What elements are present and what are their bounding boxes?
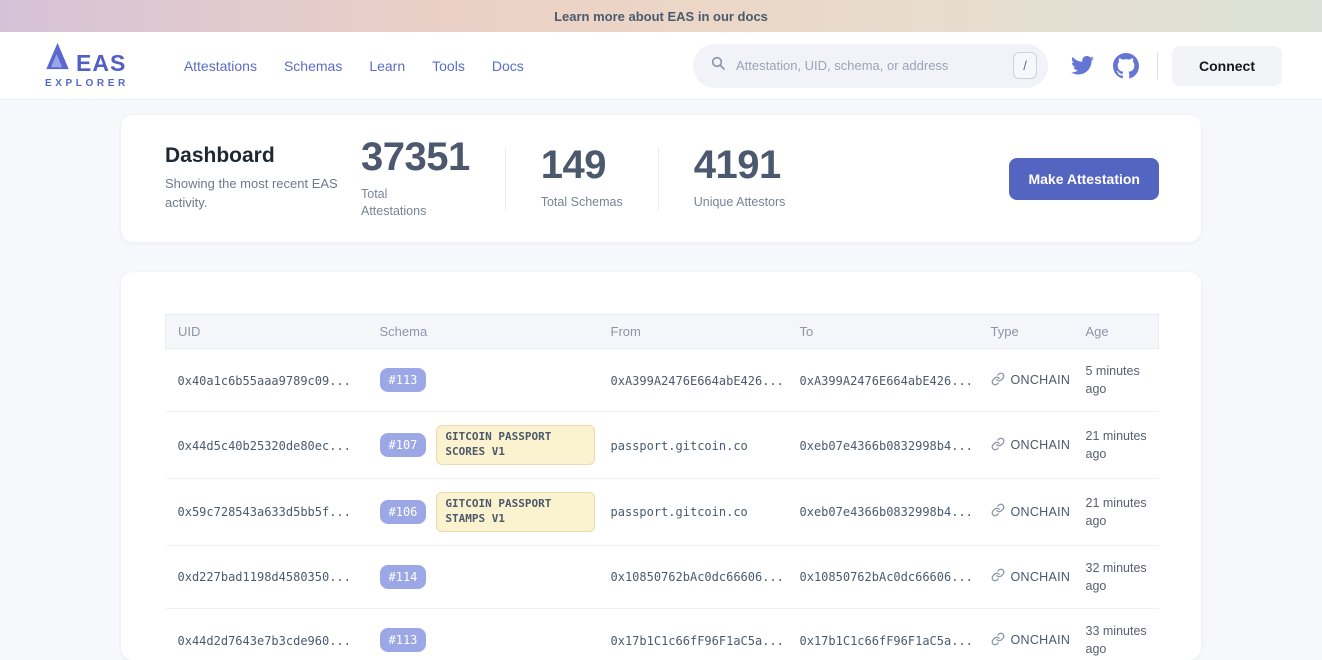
- nav-tools[interactable]: Tools: [432, 58, 465, 74]
- attestation-type-label: ONCHAIN: [1011, 633, 1071, 647]
- schema-id-badge[interactable]: #113: [380, 628, 427, 652]
- attestation-uid[interactable]: 0x40a1c6b55aaa9789c09...: [178, 374, 351, 388]
- nav-schemas[interactable]: Schemas: [284, 58, 342, 74]
- nav-learn[interactable]: Learn: [369, 58, 405, 74]
- table-body: 0x40a1c6b55aaa9789c09... #113 0xA399A247…: [166, 349, 1159, 660]
- age-text: 33 minutes ago: [1086, 624, 1147, 656]
- from-address[interactable]: 0xA399A2476E664abE426...: [611, 374, 784, 388]
- eas-triangle-icon: [45, 42, 70, 75]
- stat-label: Total Schemas: [541, 194, 623, 212]
- stat-divider: [505, 148, 506, 210]
- age-text: 21 minutes ago: [1086, 429, 1147, 461]
- main-nav: Attestations Schemas Learn Tools Docs: [184, 58, 524, 74]
- column-header-to: To: [788, 315, 979, 349]
- table-row[interactable]: 0x59c728543a633d5bb5f... #106 GITCOIN PA…: [166, 478, 1159, 545]
- table-row[interactable]: 0xd227bad1198d4580350... #114 0x10850762…: [166, 545, 1159, 608]
- header-divider: [1157, 53, 1158, 79]
- make-attestation-button[interactable]: Make Attestation: [1009, 158, 1159, 200]
- stat-total-attestations: 37351 Total Attestations: [361, 137, 470, 221]
- schema-id-badge[interactable]: #106: [380, 500, 427, 524]
- link-icon: [991, 437, 1005, 454]
- column-header-type: Type: [979, 315, 1074, 349]
- to-address[interactable]: 0x17b1C1c66fF96F1aC5a...: [800, 634, 973, 648]
- logo-title: EAS: [76, 52, 126, 75]
- main-content: Dashboard Showing the most recent EAS ac…: [121, 115, 1201, 660]
- table-row[interactable]: 0x44d2d7643e7b3cde960... #113 0x17b1C1c6…: [166, 608, 1159, 660]
- schema-id-badge[interactable]: #113: [380, 368, 427, 392]
- column-header-age: Age: [1074, 315, 1159, 349]
- app-header: EAS EXPLORER Attestations Schemas Learn …: [0, 32, 1322, 100]
- logo-subtitle: EXPLORER: [45, 78, 129, 89]
- to-address[interactable]: 0xeb07e4366b0832998b4...: [800, 505, 973, 519]
- attestation-uid[interactable]: 0xd227bad1198d4580350...: [178, 570, 351, 584]
- link-icon: [991, 632, 1005, 649]
- column-header-uid: UID: [166, 315, 368, 349]
- attestations-table: UID Schema From To Type Age 0x40a1c6b55a…: [165, 314, 1159, 660]
- attestation-type-label: ONCHAIN: [1011, 438, 1071, 452]
- from-address[interactable]: passport.gitcoin.co: [611, 439, 748, 453]
- from-address[interactable]: 0x10850762bAc0dc66606...: [611, 570, 784, 584]
- stat-value: 149: [541, 145, 623, 185]
- age-text: 32 minutes ago: [1086, 561, 1147, 593]
- column-header-schema: Schema: [368, 315, 599, 349]
- link-icon: [991, 568, 1005, 585]
- schema-name-badge[interactable]: GITCOIN PASSPORT STAMPS V1: [436, 492, 594, 532]
- slash-shortcut-badge: /: [1013, 52, 1037, 79]
- stat-label: Unique Attestors: [694, 194, 786, 212]
- attestation-uid[interactable]: 0x59c728543a633d5bb5f...: [178, 505, 351, 519]
- table-row[interactable]: 0x44d5c40b25320de80ec... #107 GITCOIN PA…: [166, 412, 1159, 479]
- dashboard-stats: 37351 Total Attestations 149 Total Schem…: [361, 137, 785, 221]
- table-row[interactable]: 0x40a1c6b55aaa9789c09... #113 0xA399A247…: [166, 349, 1159, 412]
- age-text: 5 minutes ago: [1086, 364, 1140, 396]
- attestation-uid[interactable]: 0x44d5c40b25320de80ec...: [178, 439, 351, 453]
- column-header-from: From: [599, 315, 788, 349]
- page-subtitle: Showing the most recent EAS activity.: [165, 175, 361, 213]
- search-bar[interactable]: /: [693, 44, 1048, 88]
- page-title: Dashboard: [165, 144, 361, 168]
- search-input[interactable]: [736, 58, 1013, 73]
- stat-total-schemas: 149 Total Schemas: [541, 145, 623, 212]
- age-text: 21 minutes ago: [1086, 496, 1147, 528]
- stat-value: 37351: [361, 137, 470, 177]
- attestation-type-label: ONCHAIN: [1011, 570, 1071, 584]
- github-icon[interactable]: [1113, 53, 1139, 79]
- social-links: [1070, 53, 1139, 79]
- twitter-icon[interactable]: [1070, 53, 1095, 78]
- stat-value: 4191: [694, 145, 786, 185]
- attestation-type-label: ONCHAIN: [1011, 373, 1071, 387]
- link-icon: [991, 503, 1005, 520]
- to-address[interactable]: 0x10850762bAc0dc66606...: [800, 570, 973, 584]
- stat-divider: [658, 148, 659, 210]
- nav-docs[interactable]: Docs: [492, 58, 524, 74]
- search-icon: [710, 55, 736, 76]
- schema-id-badge[interactable]: #114: [380, 565, 427, 589]
- schema-id-badge[interactable]: #107: [380, 433, 427, 457]
- promo-banner: Learn more about EAS in our docs: [0, 0, 1322, 32]
- dashboard-card: Dashboard Showing the most recent EAS ac…: [121, 115, 1201, 242]
- nav-attestations[interactable]: Attestations: [184, 58, 257, 74]
- link-icon: [991, 372, 1005, 389]
- eas-logo[interactable]: EAS EXPLORER: [45, 42, 129, 89]
- stat-unique-attestors: 4191 Unique Attestors: [694, 145, 786, 212]
- to-address[interactable]: 0xeb07e4366b0832998b4...: [800, 439, 973, 453]
- from-address[interactable]: passport.gitcoin.co: [611, 505, 748, 519]
- schema-name-badge[interactable]: GITCOIN PASSPORT SCORES V1: [436, 425, 594, 465]
- attestations-card: UID Schema From To Type Age 0x40a1c6b55a…: [121, 272, 1201, 660]
- connect-button[interactable]: Connect: [1172, 46, 1282, 86]
- to-address[interactable]: 0xA399A2476E664abE426...: [800, 374, 973, 388]
- stat-label: Total Attestations: [361, 186, 453, 221]
- attestation-uid[interactable]: 0x44d2d7643e7b3cde960...: [178, 634, 351, 648]
- from-address[interactable]: 0x17b1C1c66fF96F1aC5a...: [611, 634, 784, 648]
- promo-banner-link[interactable]: Learn more about EAS in our docs: [554, 9, 768, 24]
- attestation-type-label: ONCHAIN: [1011, 505, 1071, 519]
- table-header: UID Schema From To Type Age: [166, 315, 1159, 349]
